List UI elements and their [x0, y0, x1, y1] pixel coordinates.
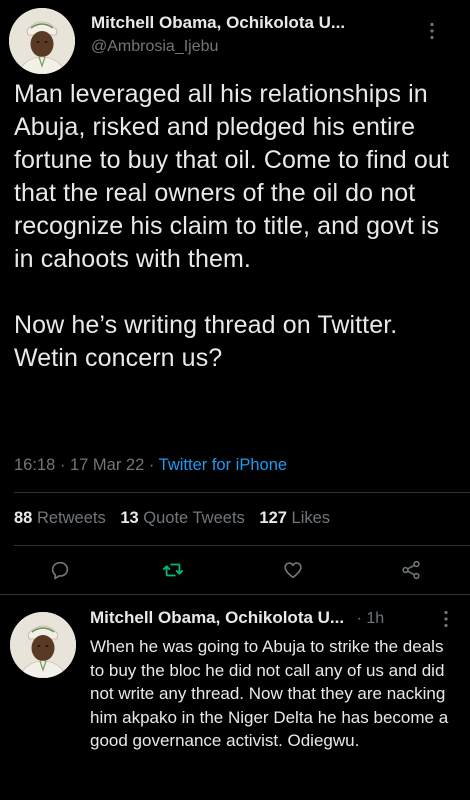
- divider: [0, 594, 470, 595]
- reply-text: When he was going to Abuja to strike the…: [90, 637, 449, 750]
- tweet-timestamp-line: 16:18 · 17 Mar 22 · Twitter for iPhone: [14, 456, 287, 475]
- author-avatar[interactable]: [9, 8, 75, 74]
- tweet-date[interactable]: 17 Mar 22: [70, 456, 144, 474]
- tweet-paragraph: Now he’s writing thread on Twitter. Weti…: [14, 311, 398, 372]
- meta-separator: ·: [148, 456, 155, 474]
- reply-time-ago[interactable]: · 1h: [357, 610, 385, 627]
- tweet-source-link[interactable]: Twitter for iPhone: [159, 456, 287, 474]
- reply-header: Mitchell Obama, Ochikolota U... · 1h: [90, 608, 384, 628]
- reply-author-display-name[interactable]: Mitchell Obama, Ochikolota U...: [90, 608, 344, 627]
- share-icon[interactable]: [394, 553, 428, 587]
- tweet-time[interactable]: 16:18: [14, 456, 55, 474]
- likes-count: 127: [259, 509, 287, 527]
- quote-tweets-count: 13: [120, 509, 139, 527]
- reply-icon[interactable]: [43, 553, 77, 587]
- meta-separator: ·: [59, 456, 66, 474]
- tweet-text: Man leveraged all his relationships in A…: [14, 78, 462, 375]
- engagement-stats: 88 Retweets 13 Quote Tweets 127 Likes: [14, 509, 340, 528]
- retweets-stat[interactable]: 88 Retweets: [14, 509, 106, 527]
- quote-tweets-stat[interactable]: 13 Quote Tweets: [120, 509, 244, 527]
- divider: [14, 545, 470, 546]
- author-handle[interactable]: @Ambrosia_Ijebu: [91, 38, 218, 56]
- author-display-name[interactable]: Mitchell Obama, Ochikolota U...: [91, 13, 345, 33]
- retweets-label: Retweets: [36, 509, 106, 527]
- tweet-paragraph: Man leveraged all his relationships in A…: [14, 80, 449, 273]
- more-options-icon[interactable]: [428, 22, 436, 40]
- reply-more-options-icon[interactable]: [442, 610, 450, 628]
- retweet-icon[interactable]: [156, 553, 190, 587]
- likes-label: Likes: [291, 509, 331, 527]
- reply-author-avatar[interactable]: [10, 612, 76, 678]
- like-icon[interactable]: [276, 553, 310, 587]
- tweet-page: { "main_tweet": { "display_name": "Mitch…: [0, 0, 470, 800]
- quote-tweets-label: Quote Tweets: [143, 509, 245, 527]
- likes-stat[interactable]: 127 Likes: [259, 509, 330, 527]
- retweets-count: 88: [14, 509, 33, 527]
- divider: [14, 492, 470, 493]
